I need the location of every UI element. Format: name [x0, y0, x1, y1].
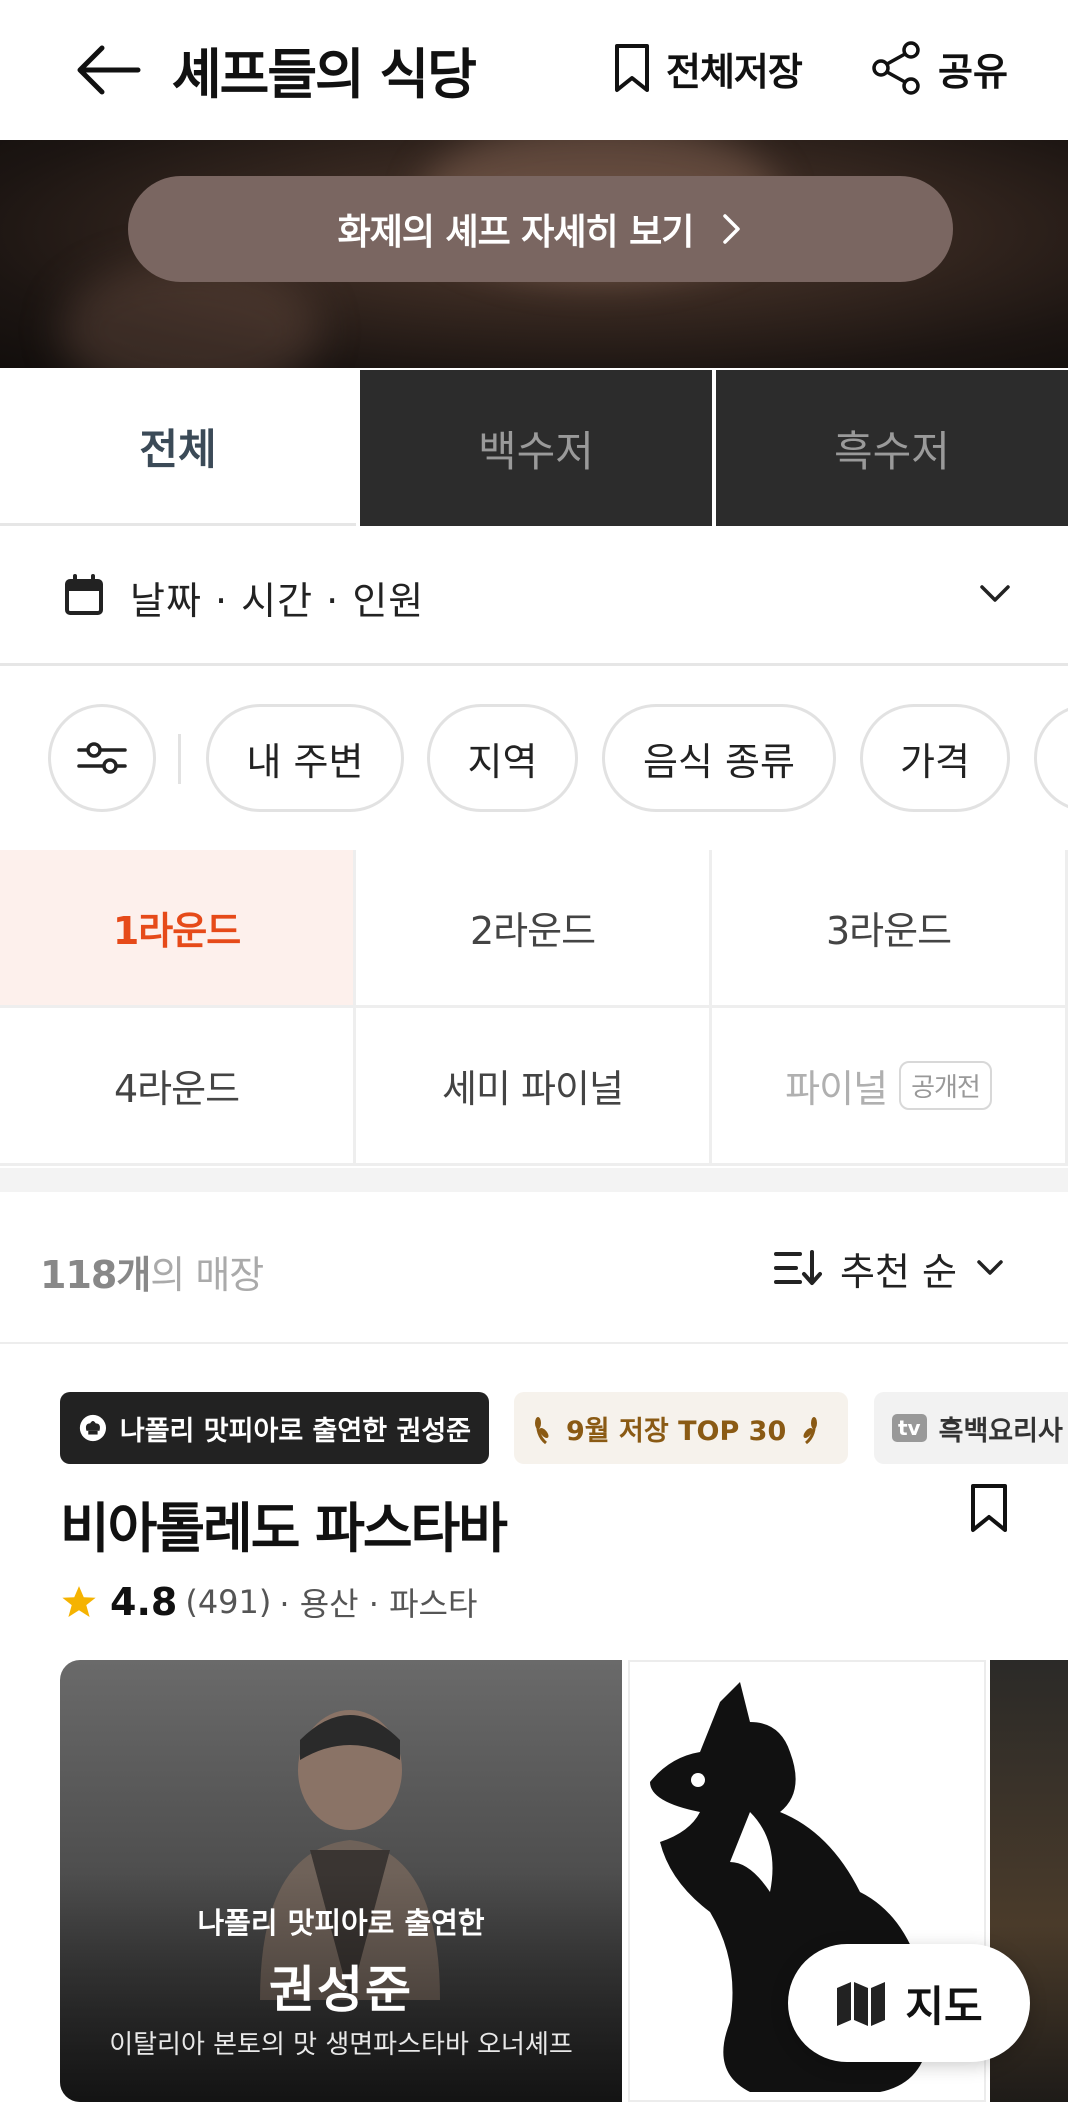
tv-show-badge: tv 흑백요리사	[874, 1392, 1068, 1464]
store-count-suffix: 의 매장	[150, 1253, 264, 1297]
share-button[interactable]: 공유	[870, 36, 1008, 100]
chip-divider	[178, 734, 181, 784]
page-title: 셰프들의 식당	[172, 43, 477, 106]
store-badges: 나폴리 맛피아로 출연한 권성준 9월 저장 TOP 30 tv 흑백요리사	[0, 1392, 1068, 1464]
filter-chip-region[interactable]: 지역	[427, 704, 578, 812]
top-app-bar: 셰프들의 식당 전체저장 공유	[0, 0, 1068, 140]
featured-chef-button[interactable]: 화제의 셰프 자세히 보기	[128, 176, 953, 282]
filter-chip-price[interactable]: 가격	[860, 704, 1010, 812]
rating-row: 4.8 (491) · 용산 · 파스타	[60, 1578, 477, 1626]
store-name[interactable]: 비아톨레도 파스타바	[60, 1484, 508, 1563]
save-rank-label: 9월 저장 TOP 30	[566, 1415, 787, 1447]
round-4-button[interactable]: 4라운드	[0, 1008, 356, 1166]
save-all-button[interactable]: 전체저장	[612, 38, 803, 98]
final-button[interactable]: 파이널 공개전	[712, 1008, 1068, 1166]
save-all-label: 전체저장	[666, 49, 803, 94]
map-button[interactable]: 지도	[788, 1944, 1030, 2062]
filter-chip-more[interactable]	[1034, 704, 1068, 812]
section-divider	[0, 1168, 1068, 1192]
results-header: 118개의 매장 추천 순	[0, 1192, 1068, 1344]
star-icon	[62, 1586, 96, 1618]
back-arrow-icon[interactable]	[72, 42, 142, 98]
map-label: 지도	[905, 1981, 983, 2031]
store-location-category: · 용산 · 파스타	[279, 1585, 478, 1623]
date-time-party-selector[interactable]: 날짜 · 시간 · 인원	[0, 526, 1068, 666]
chef-photo[interactable]: 나폴리 맛피아로 출연한 권성준 이탈리아 본토의 맛 생면파스타바 오너셰프	[60, 1660, 622, 2102]
chef-appearance-badge: 나폴리 맛피아로 출연한 권성준	[60, 1392, 489, 1464]
bookmark-icon	[615, 44, 649, 92]
chef-hat-icon	[79, 1414, 107, 1442]
filter-settings-button[interactable]	[48, 704, 156, 812]
sort-icon	[774, 1250, 822, 1285]
laurel-left-icon	[535, 1417, 549, 1445]
filter-chip-cuisine[interactable]: 음식 종류	[602, 704, 836, 812]
filter-chip-nearby[interactable]: 내 주변	[206, 704, 404, 812]
round-selector-grid: 1라운드 2라운드 3라운드 4라운드 세미 파이널 파이널 공개전	[0, 850, 1068, 1168]
rating-score: 4.8	[110, 1580, 178, 1624]
map-icon	[837, 1982, 886, 2026]
date-time-party-label: 날짜 · 시간 · 인원	[130, 579, 425, 623]
chef-banner: 화제의 셰프 자세히 보기	[0, 140, 1068, 368]
photo-chef-name: 권성준	[269, 1961, 413, 2019]
calendar-icon	[65, 574, 103, 615]
bookmark-icon[interactable]	[968, 1482, 1010, 1534]
sliders-icon	[77, 742, 127, 774]
unreleased-badge: 공개전	[899, 1061, 992, 1110]
chevron-down-icon	[977, 1260, 1003, 1275]
laurel-right-icon	[803, 1417, 818, 1445]
chevron-down-icon	[980, 585, 1010, 602]
photo-description: 이탈리아 본토의 맛 생면파스타바 오너셰프	[109, 2030, 573, 2060]
share-label: 공유	[938, 49, 1008, 94]
tab-white-spoon[interactable]: 백수저	[356, 370, 712, 526]
store-count: 118개의 매장	[40, 1244, 264, 1299]
save-rank-badge: 9월 저장 TOP 30	[514, 1392, 848, 1464]
store-count-number: 118개	[40, 1253, 151, 1297]
round-3-button[interactable]: 3라운드	[712, 850, 1068, 1008]
filter-chips: 내 주변 지역 음식 종류 가격	[0, 668, 1068, 850]
chef-appearance-label: 나폴리 맛피아로 출연한 권성준	[119, 1415, 471, 1447]
share-icon	[872, 41, 920, 95]
review-count: (491)	[185, 1583, 272, 1621]
tv-show-label: 흑백요리사	[938, 1415, 1063, 1447]
final-label: 파이널	[785, 1067, 888, 1111]
tab-black-spoon[interactable]: 흑수저	[712, 370, 1068, 526]
round-2-button[interactable]: 2라운드	[356, 850, 712, 1008]
chevron-right-icon	[723, 214, 741, 244]
semi-final-button[interactable]: 세미 파이널	[356, 1008, 712, 1166]
photo-subtitle: 나폴리 맛피아로 출연한	[197, 1906, 485, 1940]
featured-chef-label: 화제의 셰프 자세히 보기	[337, 212, 695, 253]
round-1-button[interactable]: 1라운드	[0, 850, 356, 1008]
chef-type-tabs: 전체 백수저 흑수저	[0, 370, 1068, 526]
tv-icon: tv	[892, 1414, 927, 1442]
sort-dropdown[interactable]: 추천 순	[774, 1236, 1005, 1300]
tab-all[interactable]: 전체	[0, 370, 356, 526]
sort-label: 추천 순	[840, 1249, 957, 1294]
